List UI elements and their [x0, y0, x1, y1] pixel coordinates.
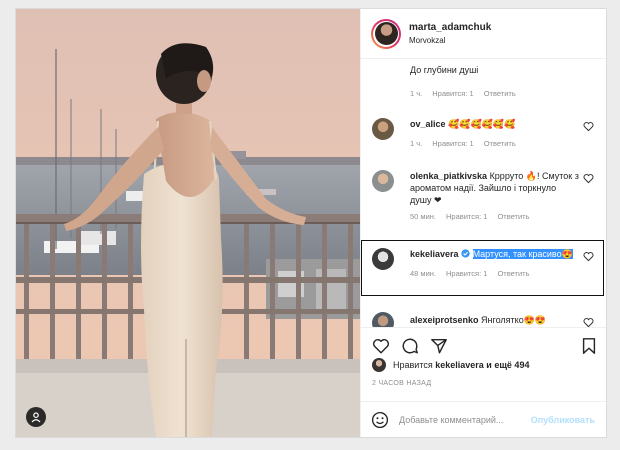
- commenter-avatar[interactable]: [372, 118, 394, 140]
- comment-likes[interactable]: Нравится: 1: [432, 139, 473, 148]
- comments-list[interactable]: До глубини душі 1 ч. Нравится: 1 Ответит…: [361, 60, 606, 327]
- commenter-avatar[interactable]: [372, 312, 394, 327]
- comment-text: До глубини душі: [410, 65, 479, 75]
- emoji-icon[interactable]: [371, 411, 389, 429]
- post-location[interactable]: Morvokzal: [409, 36, 491, 45]
- author-avatar[interactable]: [371, 18, 401, 49]
- comment-time[interactable]: 1 ч.: [410, 89, 422, 98]
- comment-username[interactable]: ov_alice: [410, 119, 446, 129]
- commenter-avatar[interactable]: [372, 248, 394, 270]
- post-actions: [361, 327, 606, 359]
- likes-summary: Нравится kekeliavera и ещё 494: [372, 358, 529, 372]
- comment-time[interactable]: 48 мин.: [410, 269, 436, 278]
- like-icon[interactable]: [372, 337, 390, 355]
- reply-button[interactable]: Ответить: [484, 139, 516, 148]
- comment-text: Мартуся, так красиво😍: [472, 249, 573, 259]
- post-photo[interactable]: [16, 9, 360, 437]
- comment-input[interactable]: [399, 414, 549, 425]
- post-timestamp[interactable]: 2 ЧАСОВ НАЗАД: [372, 380, 431, 387]
- comment-username[interactable]: alexeiprotsenko: [410, 315, 479, 325]
- verified-icon: [461, 249, 470, 258]
- comment-likes[interactable]: Нравится: 1: [446, 269, 487, 278]
- comment-username[interactable]: kekeliavera: [410, 249, 459, 259]
- reply-button[interactable]: Ответить: [497, 212, 529, 221]
- photo-image: [16, 9, 360, 437]
- reply-button[interactable]: Ответить: [484, 89, 516, 98]
- heart-icon[interactable]: [583, 251, 594, 262]
- comment-username[interactable]: olenka_piatkivska: [410, 171, 487, 181]
- share-icon[interactable]: [430, 337, 448, 355]
- post-header: marta_adamchuk Morvokzal: [361, 9, 606, 59]
- comment-likes[interactable]: Нравится: 1: [432, 89, 473, 98]
- liker-username[interactable]: kekeliavera: [435, 360, 484, 370]
- comment-likes[interactable]: Нравится: 1: [446, 212, 487, 221]
- comment-text: 🥰🥰🥰🥰🥰🥰: [448, 119, 516, 129]
- heart-icon[interactable]: [583, 121, 594, 132]
- author-username[interactable]: marta_adamchuk: [409, 22, 491, 33]
- add-comment-bar: Опубликовать: [361, 401, 606, 437]
- save-icon[interactable]: [580, 337, 598, 355]
- heart-icon[interactable]: [583, 317, 594, 327]
- post-modal: marta_adamchuk Morvokzal До глубини душі…: [15, 8, 607, 438]
- comment-time[interactable]: 50 мин.: [410, 212, 436, 221]
- comment-text: Янголятко😍😍: [481, 315, 547, 325]
- liker-avatar[interactable]: [372, 358, 386, 372]
- comment-time[interactable]: 1 ч.: [410, 139, 422, 148]
- publish-button[interactable]: Опубликовать: [531, 415, 595, 425]
- comment-icon[interactable]: [401, 337, 419, 355]
- post-side-panel: marta_adamchuk Morvokzal До глубини душі…: [360, 9, 606, 437]
- commenter-avatar[interactable]: [372, 170, 394, 192]
- reply-button[interactable]: Ответить: [497, 269, 529, 278]
- likes-count[interactable]: и ещё 494: [486, 360, 529, 370]
- likes-prefix: Нравится: [393, 360, 433, 370]
- heart-icon[interactable]: [583, 173, 594, 184]
- tag-user-icon[interactable]: [26, 407, 46, 427]
